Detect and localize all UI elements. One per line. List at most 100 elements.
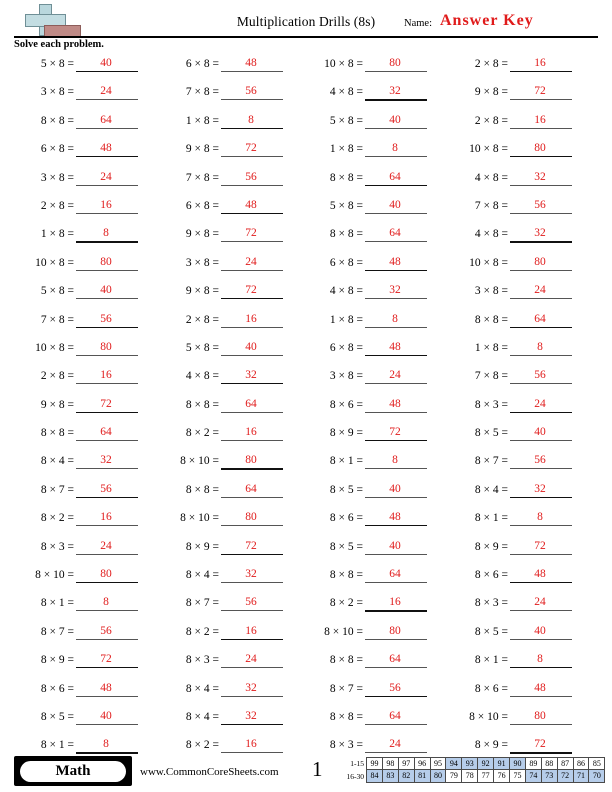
answer-blank[interactable]: 72 (221, 141, 309, 158)
answer-blank[interactable]: 24 (76, 539, 164, 555)
answer-blank[interactable]: 64 (76, 425, 164, 442)
answer-blank[interactable]: 40 (365, 198, 453, 214)
answer-blank[interactable]: 24 (365, 368, 453, 385)
answer-blank[interactable]: 8 (365, 453, 453, 470)
answer-blank[interactable]: 32 (221, 709, 309, 726)
answer-blank[interactable]: 24 (76, 84, 164, 101)
answer-blank[interactable]: 56 (221, 84, 309, 101)
answer-blank[interactable]: 40 (365, 482, 453, 498)
answer-blank[interactable]: 56 (221, 170, 309, 186)
answer-blank[interactable]: 80 (510, 709, 598, 725)
answer-blank[interactable]: 48 (221, 198, 309, 215)
answer-blank[interactable]: 8 (76, 226, 164, 243)
answer-blank[interactable]: 72 (510, 84, 598, 101)
answer-blank[interactable]: 80 (221, 510, 309, 527)
answer-blank[interactable]: 24 (510, 283, 598, 300)
answer-blank[interactable]: 40 (221, 340, 309, 356)
answer-blank[interactable]: 48 (76, 681, 164, 697)
answer-blank[interactable]: 64 (221, 397, 309, 413)
answer-blank[interactable]: 24 (76, 170, 164, 186)
answer-blank[interactable]: 72 (221, 226, 309, 243)
answer-blank[interactable]: 72 (221, 283, 309, 300)
answer-blank[interactable]: 16 (221, 425, 309, 442)
answer-blank[interactable]: 24 (221, 255, 309, 271)
answer-blank[interactable]: 48 (76, 141, 164, 158)
answer-blank[interactable]: 16 (76, 510, 164, 527)
answer-blank[interactable]: 40 (76, 709, 164, 725)
answer-blank[interactable]: 64 (365, 709, 453, 725)
answer-blank[interactable]: 72 (76, 652, 164, 669)
answer-blank[interactable]: 16 (510, 113, 598, 129)
answer-blank[interactable]: 64 (510, 312, 598, 328)
answer-blank[interactable]: 8 (76, 595, 164, 612)
answer-blank[interactable]: 72 (365, 425, 453, 442)
answer-blank[interactable]: 56 (76, 482, 164, 499)
answer-blank[interactable]: 64 (76, 113, 164, 129)
answer-blank[interactable]: 16 (76, 198, 164, 214)
answer-blank[interactable]: 72 (510, 539, 598, 555)
answer-blank[interactable]: 16 (221, 624, 309, 640)
answer-blank[interactable]: 80 (365, 624, 453, 640)
answer-blank[interactable]: 16 (76, 368, 164, 385)
answer-blank[interactable]: 80 (365, 56, 453, 72)
answer-blank[interactable]: 48 (510, 567, 598, 584)
answer-blank[interactable]: 32 (510, 482, 598, 499)
answer-blank[interactable]: 24 (510, 595, 598, 612)
answer-blank[interactable]: 48 (365, 255, 453, 271)
answer-blank[interactable]: 32 (365, 283, 453, 300)
answer-blank[interactable]: 16 (510, 56, 598, 73)
answer-blank[interactable]: 40 (365, 539, 453, 555)
answer-blank[interactable]: 16 (221, 312, 309, 328)
answer-blank[interactable]: 24 (510, 397, 598, 413)
answer-blank[interactable]: 72 (76, 397, 164, 413)
answer-blank[interactable]: 48 (510, 681, 598, 697)
answer-blank[interactable]: 40 (76, 56, 164, 73)
answer-blank[interactable]: 8 (510, 340, 598, 356)
answer-blank[interactable]: 80 (510, 141, 598, 158)
answer-blank[interactable]: 80 (510, 255, 598, 271)
answer-blank[interactable]: 32 (510, 226, 598, 243)
answer-blank[interactable]: 64 (365, 567, 453, 584)
answer-blank[interactable]: 64 (365, 226, 453, 243)
answer-blank[interactable]: 80 (221, 453, 309, 470)
answer-blank[interactable]: 32 (221, 681, 309, 697)
answer-blank[interactable]: 56 (221, 595, 309, 612)
answer-blank[interactable]: 32 (510, 170, 598, 186)
answer-blank[interactable]: 40 (510, 425, 598, 442)
answer-blank[interactable]: 56 (365, 681, 453, 697)
answer-blank[interactable]: 56 (510, 368, 598, 385)
answer-blank[interactable]: 80 (76, 255, 164, 271)
answer-blank[interactable]: 8 (221, 113, 309, 129)
answer-underline (365, 695, 427, 697)
answer-blank[interactable]: 40 (365, 113, 453, 129)
answer-blank[interactable]: 48 (365, 340, 453, 357)
answer-blank[interactable]: 8 (365, 312, 453, 328)
answer-blank[interactable]: 56 (510, 198, 598, 214)
answer-blank[interactable]: 32 (76, 453, 164, 470)
answer-blank[interactable]: 16 (365, 595, 453, 612)
answer-blank[interactable]: 64 (365, 170, 453, 186)
answer-blank[interactable]: 56 (510, 453, 598, 470)
answer-blank[interactable]: 40 (76, 283, 164, 300)
answer-blank[interactable]: 80 (76, 567, 164, 584)
answer-blank[interactable]: 64 (365, 652, 453, 669)
answer-blank[interactable]: 32 (221, 567, 309, 584)
answer-blank[interactable]: 48 (365, 397, 453, 413)
answer-blank[interactable]: 16 (221, 737, 309, 754)
answer-blank[interactable]: 8 (510, 510, 598, 527)
answer-blank[interactable]: 48 (221, 56, 309, 72)
answer-blank[interactable]: 40 (510, 624, 598, 640)
answer-blank[interactable]: 56 (76, 624, 164, 640)
answer-blank[interactable]: 56 (76, 312, 164, 328)
answer-blank[interactable]: 48 (365, 510, 453, 527)
answer-blank[interactable]: 8 (365, 141, 453, 158)
answer-blank[interactable]: 24 (221, 652, 309, 669)
answer-blank[interactable]: 24 (365, 737, 453, 754)
name-field-value[interactable]: Answer Key (440, 12, 534, 30)
answer-blank[interactable]: 8 (510, 652, 598, 669)
answer-blank[interactable]: 64 (221, 482, 309, 498)
answer-blank[interactable]: 32 (221, 368, 309, 385)
answer-blank[interactable]: 32 (365, 84, 453, 101)
answer-blank[interactable]: 80 (76, 340, 164, 356)
answer-blank[interactable]: 72 (221, 539, 309, 555)
